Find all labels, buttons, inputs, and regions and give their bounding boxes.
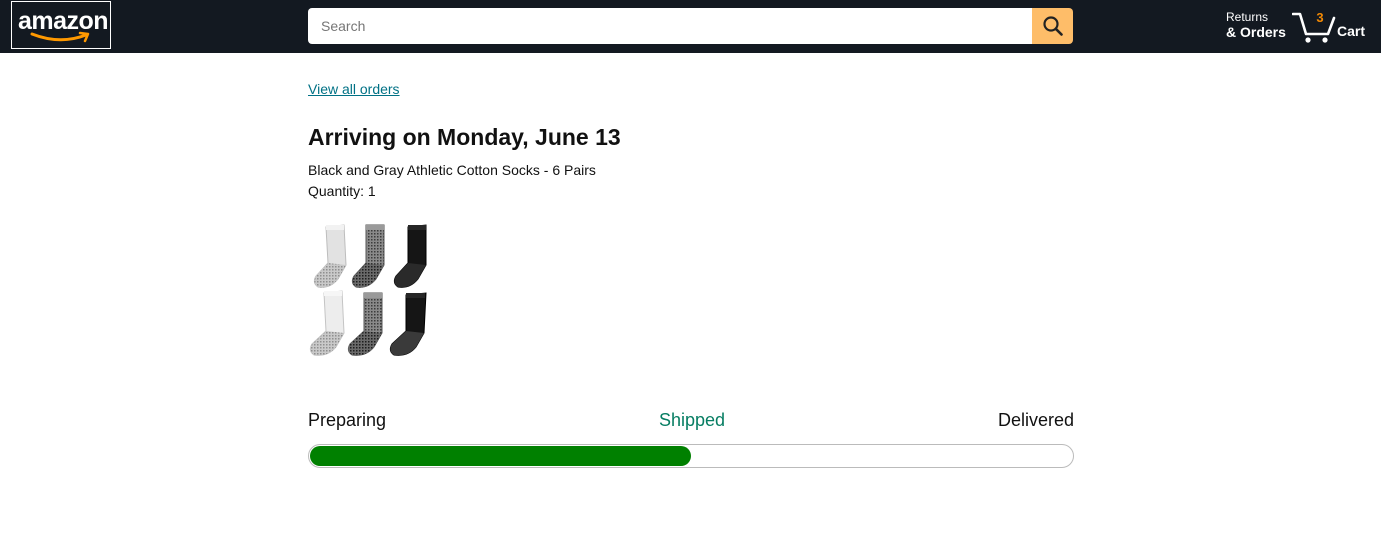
- sock-black-top: [393, 224, 427, 288]
- logo-smile-arrow-icon: [30, 31, 90, 43]
- orders-label: & Orders: [1226, 24, 1286, 40]
- shipment-progress-fill: [310, 446, 691, 466]
- view-all-orders-link[interactable]: View all orders: [308, 81, 400, 97]
- tracking-step-preparing: Preparing: [308, 410, 387, 430]
- amazon-logo[interactable]: amazon: [11, 1, 111, 49]
- tracking-step-delivered: Delivered: [997, 410, 1074, 430]
- search-input[interactable]: [308, 8, 1032, 44]
- product-name: Black and Gray Athletic Cotton Socks - 6…: [308, 162, 596, 178]
- sock-gray-bottom: [347, 292, 383, 356]
- tracking-step-shipped: Shipped: [659, 410, 726, 430]
- sock-black-bottom: [389, 292, 427, 356]
- search-bar: [308, 8, 1073, 44]
- returns-and-orders-link[interactable]: Returns & Orders: [1226, 10, 1286, 40]
- sock-white-top: [313, 224, 347, 288]
- search-icon: [1042, 16, 1063, 36]
- quantity-text: Quantity: 1: [308, 183, 376, 199]
- cart-label: Cart: [1337, 23, 1366, 39]
- arrival-heading: Arriving on Monday, June 13: [308, 124, 621, 150]
- sock-gray-top: [351, 224, 385, 288]
- cart-button[interactable]: 3 Cart: [1292, 8, 1367, 44]
- search-button[interactable]: [1032, 8, 1073, 44]
- cart-count-badge: 3: [1316, 10, 1324, 25]
- sock-white-bottom: [309, 290, 345, 356]
- product-image[interactable]: [308, 221, 432, 363]
- returns-label: Returns: [1226, 10, 1269, 24]
- top-navigation-bar: amazon Returns & Orders 3 Cart: [0, 0, 1381, 53]
- shipment-progress-bar: [308, 444, 1074, 468]
